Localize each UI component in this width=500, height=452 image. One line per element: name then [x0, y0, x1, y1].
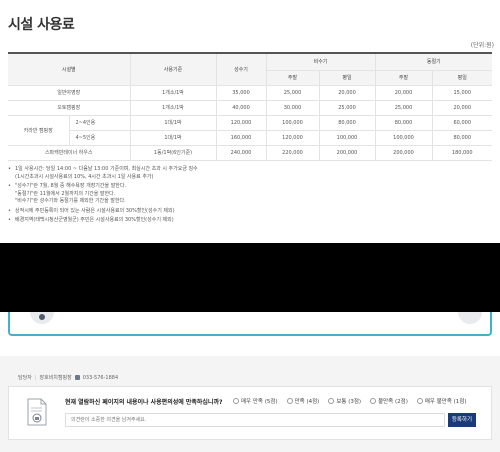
- win-weekday-cell: 20,000: [431, 100, 492, 116]
- header-basis: 사용기준: [129, 52, 216, 86]
- peak-cell: 240,000: [215, 145, 266, 161]
- survey-document-icon: [27, 398, 47, 426]
- note-line: "성수기"란 7월, 8월 중 해수욕장 개장기간을 말한다.: [15, 183, 127, 189]
- header-peak: 성수기: [215, 52, 266, 86]
- notes-list: 1일 사용시간: 당일 14:00 ~ 다음날 13:00 기준이며, 최실시간…: [8, 166, 492, 227]
- off-weekday-cell: 80,000: [318, 115, 375, 131]
- header-win-weekend: 주말: [374, 70, 432, 86]
- off-weekend-cell: 30,000: [265, 100, 319, 116]
- win-weekend-cell: 200,000: [374, 145, 432, 161]
- table-row: 4~5인용 1대/1박 160,000 120,000 100,000 100,…: [8, 130, 492, 146]
- feedback-input[interactable]: [65, 413, 445, 427]
- win-weekend-cell: 25,000: [374, 100, 432, 116]
- win-weekend-cell: 20,000: [374, 85, 432, 101]
- peak-cell: 40,000: [215, 100, 266, 116]
- off-weekday-cell: 25,000: [318, 100, 375, 116]
- note-line: (1시간초과시 시설사용료의 10%, 4시간 초과시 1일 사용료 추가): [15, 173, 154, 180]
- rating-label: 매우 만족 (5점): [241, 399, 278, 405]
- radio-icon[interactable]: [286, 398, 293, 404]
- facility-name: 오토캠핑장: [8, 100, 130, 116]
- note-item: "성수기"란 7월, 8월 중 해수욕장 개장기간을 말한다. "동절기"란 1…: [8, 183, 492, 206]
- survey-question: 현재 열람하신 페이지의 내용이나 사용편의성에 만족하십니까?: [65, 399, 223, 406]
- rating-label: 보통 (3점): [336, 399, 362, 405]
- basis-cell: 1대/1박: [129, 130, 216, 146]
- peak-cell: 35,000: [215, 85, 266, 101]
- redacted-region: [0, 243, 500, 312]
- win-weekday-cell: 80,000: [431, 130, 492, 146]
- contact-label: 담당자: [18, 375, 32, 381]
- contact-dept: 장호비치캠핑장: [39, 375, 72, 381]
- contact-info: 담당자 | 장호비치캠핑장 033-576-1884: [18, 374, 119, 382]
- radio-icon[interactable]: [370, 398, 377, 404]
- rating-option-satisfied[interactable]: 만족 (4점): [286, 397, 320, 405]
- basis-cell: 1개소/1박: [129, 100, 216, 116]
- submit-button[interactable]: 등록하기: [448, 413, 476, 427]
- avatar-icon: [30, 312, 54, 324]
- note-item: 배경지역(태백시청산군영월군) 주민은 시설사용료의 30%할인(성수기 제외): [8, 217, 492, 225]
- off-weekday-cell: 200,000: [318, 145, 375, 161]
- off-weekend-cell: 100,000: [265, 115, 319, 131]
- radio-icon[interactable]: [233, 398, 239, 404]
- note-line: "동절기"란 11월에서 2월까지의 기간을 말한다.: [15, 190, 116, 197]
- note-item: 1일 사용시간: 당일 14:00 ~ 다음날 13:00 기준이며, 최실시간…: [8, 166, 492, 181]
- facility-name: 일반야영장: [8, 85, 130, 101]
- win-weekday-cell: 180,000: [431, 145, 492, 161]
- rating-option-dissatisfied[interactable]: 불만족 (2점): [370, 397, 408, 405]
- note-line: "비수기"란 성수기와 동절기를 제외한 기간을 말한다.: [15, 198, 126, 204]
- facility-subtype: 2~4인용: [68, 115, 130, 131]
- note-item: 상적시에 주민등록이 되어 있는 사람은 시설사용료의 30%할인(성수기 제외…: [8, 208, 492, 216]
- header-winter: 동절기: [374, 52, 492, 71]
- table-row: 스파캐빈테이너 하우스 1동/1박(6인기준) 240,000 220,000 …: [8, 145, 492, 161]
- table-row: 카라반 캠핑장 2~4인용 1대/1박 120,000 100,000 80,0…: [8, 115, 492, 146]
- win-weekend-cell: 80,000: [374, 115, 432, 131]
- related-card[interactable]: [8, 312, 492, 336]
- off-weekday-cell: 20,000: [318, 85, 375, 101]
- rating-label: 만족 (4점): [294, 399, 320, 405]
- rating-label: 매우 불만족 (1점): [424, 399, 467, 405]
- win-weekday-cell: 15,000: [431, 85, 492, 101]
- off-weekend-cell: 120,000: [265, 130, 319, 146]
- basis-cell: 1동/1박(6인기준): [129, 145, 216, 161]
- win-weekend-cell: 100,000: [374, 130, 432, 146]
- off-weekend-cell: 220,000: [265, 145, 319, 161]
- contact-phone: 033-576-1884: [82, 374, 119, 381]
- peak-cell: 120,000: [215, 115, 266, 131]
- peak-cell: 160,000: [215, 130, 266, 146]
- fee-table: 시설별 사용기준 성수기 비수기 동절기 주말 평일 주말 평일 일반야영장 1…: [8, 52, 492, 161]
- divider: |: [34, 374, 37, 381]
- basis-cell: 1대/1박: [129, 115, 216, 131]
- note-line: 배경지역(태백시청산군영월군) 주민은 시설사용료의 30%할인(성수기 제외): [15, 217, 174, 223]
- page-title: 시설 사용료: [8, 17, 75, 33]
- header-off-weekend: 주말: [265, 70, 319, 86]
- win-weekday-cell: 60,000: [431, 115, 492, 131]
- note-line: 1일 사용시간: 당일 14:00 ~ 다음날 13:00 기준이며, 최실시간…: [15, 166, 198, 172]
- rating-label: 불만족 (2점): [378, 399, 408, 405]
- header-offpeak: 비수기: [265, 52, 375, 71]
- facility-name: 카라반 캠핑장: [8, 115, 69, 146]
- phone-icon: [74, 375, 80, 380]
- basis-cell: 1개소/1박: [129, 85, 216, 101]
- table-row: 오토캠핑장 1개소/1박 40,000 30,000 25,000 25,000…: [8, 100, 492, 116]
- satisfaction-survey: 현재 열람하신 페이지의 내용이나 사용편의성에 만족하십니까? 매우 만족 (…: [8, 386, 492, 440]
- rating-option-neutral[interactable]: 보통 (3점): [328, 397, 361, 405]
- rating-option-very-satisfied[interactable]: 매우 만족 (5점): [233, 397, 278, 405]
- radio-icon[interactable]: [328, 398, 335, 404]
- rating-option-very-dissatisfied[interactable]: 매우 불만족 (1점): [416, 397, 467, 405]
- note-line: 상적시에 주민등록이 되어 있는 사람은 시설사용료의 30%할인(성수기 제외…: [15, 207, 175, 214]
- header-facility: 시설별: [8, 52, 130, 86]
- header-win-weekday: 평일: [431, 70, 492, 86]
- facility-subtype: 4~5인용: [68, 130, 130, 146]
- facility-name: 스파캐빈테이너 하우스: [8, 145, 130, 161]
- off-weekday-cell: 100,000: [318, 130, 375, 146]
- off-weekend-cell: 25,000: [265, 85, 319, 101]
- table-row: 일반야영장 1개소/1박 35,000 25,000 20,000 20,000…: [8, 85, 492, 101]
- header-off-weekday: 평일: [318, 70, 375, 86]
- rating-options: 매우 만족 (5점) 만족 (4점) 보통 (3점) 불만족 (2점) 매우 불…: [233, 397, 467, 405]
- radio-icon[interactable]: [416, 398, 423, 404]
- unit-label: (단위:원): [470, 42, 494, 49]
- bubble-icon: [458, 312, 482, 324]
